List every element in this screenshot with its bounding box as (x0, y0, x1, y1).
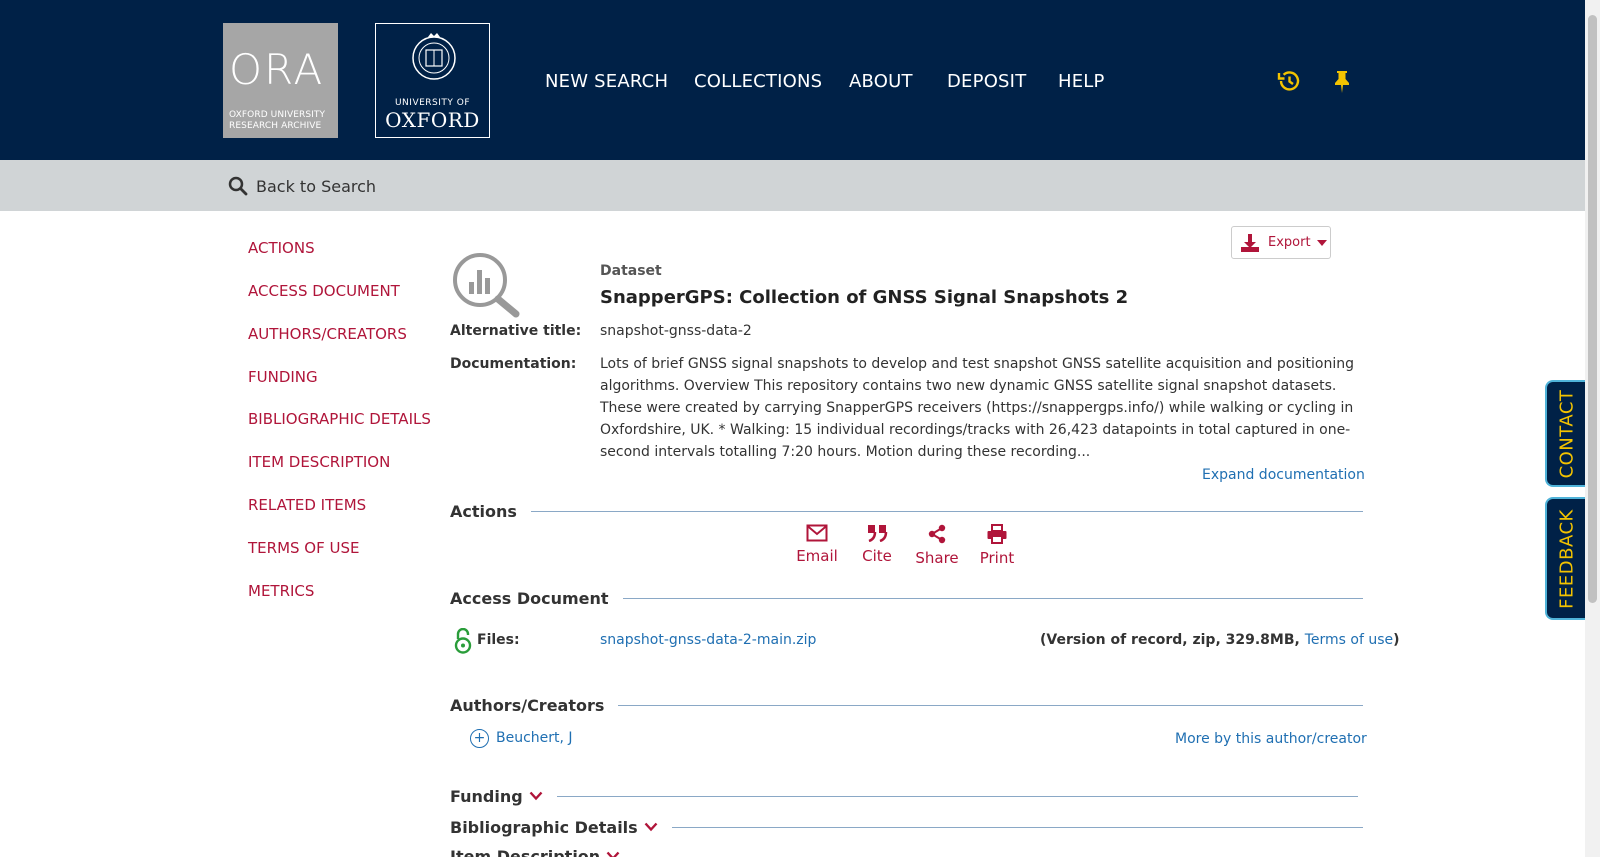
authors-heading: Authors/Creators (450, 695, 605, 715)
record-type: Dataset (600, 263, 662, 279)
funding-section-header[interactable]: Funding (450, 785, 1358, 807)
share-action[interactable]: Share (911, 524, 963, 567)
nav-deposit[interactable]: DEPOSIT (947, 71, 1026, 92)
share-icon (928, 524, 946, 544)
chevron-down-icon (529, 791, 543, 801)
actions-heading: Actions (450, 501, 517, 521)
sidenav-funding[interactable]: FUNDING (248, 368, 318, 386)
nav-collections[interactable]: COLLECTIONS (694, 71, 822, 92)
email-action[interactable]: Email (791, 524, 843, 565)
oxford-crest-icon (412, 33, 456, 80)
section-divider (556, 795, 1358, 797)
access-document-section-header: Access Document (450, 587, 1363, 609)
authors-section-header: Authors/Creators (450, 694, 1363, 716)
file-meta-text: (Version of record, zip, 329.8MB, (1040, 632, 1305, 648)
file-meta-close: ) (1393, 632, 1400, 648)
export-label: Export (1268, 235, 1311, 250)
contact-tab[interactable]: CONTACT (1545, 380, 1587, 487)
item-description-heading: Item Description (450, 846, 601, 857)
chevron-down-icon (606, 851, 620, 857)
documentation-label: Documentation: (450, 356, 577, 372)
chevron-down-icon (644, 822, 658, 832)
oxford-logo-line1: UNIVERSITY OF (394, 98, 471, 108)
ora-logo[interactable]: ORA OXFORD UNIVERSITY RESEARCH ARCHIVE (223, 23, 338, 138)
file-meta: (Version of record, zip, 329.8MB, Terms … (1040, 632, 1400, 648)
sidenav-access-document[interactable]: ACCESS DOCUMENT (248, 282, 400, 300)
item-description-section-header[interactable]: Item Description (450, 845, 1363, 857)
more-by-author-link[interactable]: More by this author/creator (1175, 731, 1367, 747)
oxford-logo-line2: OXFORD (385, 108, 480, 132)
back-to-search-label: Back to Search (256, 176, 377, 196)
terms-of-use-link[interactable]: Terms of use (1305, 632, 1393, 648)
search-icon (228, 176, 248, 196)
cite-action[interactable]: Cite (851, 524, 903, 565)
section-divider (622, 597, 1363, 599)
email-label: Email (796, 547, 838, 565)
expand-author-icon[interactable]: + (470, 728, 489, 748)
feedback-tab[interactable]: FEEDBACK (1545, 497, 1587, 620)
cite-label: Cite (862, 547, 892, 565)
sidenav-actions[interactable]: ACTIONS (248, 239, 315, 257)
author-name-link[interactable]: Beuchert, J (496, 730, 573, 746)
access-document-heading: Access Document (450, 588, 609, 608)
ora-logo-text: ORA (229, 45, 325, 94)
author-item[interactable]: + Beuchert, J (470, 728, 573, 748)
feedback-tab-label: FEEDBACK (1556, 508, 1578, 609)
export-button[interactable]: Export (1231, 226, 1331, 259)
email-icon (806, 524, 828, 542)
sidenav-bibliographic-details[interactable]: BIBLIOGRAPHIC DETAILS (248, 410, 431, 428)
back-to-search-link[interactable]: Back to Search (228, 172, 376, 200)
nav-about[interactable]: ABOUT (849, 71, 913, 92)
bibliographic-section-header[interactable]: Bibliographic Details (450, 816, 1363, 838)
quote-icon (868, 525, 888, 542)
contact-tab-label: CONTACT (1556, 389, 1578, 478)
printer-icon (987, 524, 1007, 544)
pin-icon[interactable] (1329, 68, 1355, 94)
sidenav-metrics[interactable]: METRICS (248, 582, 314, 600)
section-divider (618, 704, 1363, 706)
documentation-text: Lots of brief GNSS signal snapshots to d… (600, 356, 1354, 460)
section-divider (530, 510, 1363, 512)
alt-title-value: snapshot-gnss-data-2 (600, 323, 752, 339)
files-label: Files: (477, 632, 520, 648)
print-action[interactable]: Print (971, 524, 1023, 567)
file-download-link[interactable]: snapshot-gnss-data-2-main.zip (600, 632, 816, 648)
section-divider (671, 826, 1363, 828)
actions-section-header: Actions (450, 500, 1363, 522)
scrollbar-thumb[interactable] (1588, 15, 1597, 603)
page-scrollbar[interactable] (1585, 0, 1600, 857)
dataset-icon (453, 253, 520, 318)
caret-down-icon (1316, 239, 1327, 246)
sidenav-item-description[interactable]: ITEM DESCRIPTION (248, 453, 390, 471)
record-title: SnapperGPS: Collection of GNSS Signal Sn… (600, 287, 1129, 308)
history-icon[interactable] (1276, 68, 1302, 94)
print-label: Print (979, 549, 1015, 567)
nav-new-search[interactable]: NEW SEARCH (545, 71, 668, 92)
expand-documentation-link[interactable]: Expand documentation (1202, 467, 1365, 483)
alt-title-label: Alternative title: (450, 323, 582, 339)
download-icon (1241, 233, 1259, 252)
bibliographic-heading: Bibliographic Details (450, 817, 638, 837)
share-label: Share (915, 549, 959, 567)
nav-help[interactable]: HELP (1058, 71, 1105, 92)
sidenav-authors-creators[interactable]: AUTHORS/CREATORS (248, 325, 407, 343)
sidenav-terms-of-use[interactable]: TERMS OF USE (248, 539, 359, 557)
ora-logo-subtitle: OXFORD UNIVERSITY RESEARCH ARCHIVE (229, 110, 326, 131)
oxford-logo[interactable]: UNIVERSITY OF OXFORD (375, 23, 490, 138)
funding-heading: Funding (450, 786, 523, 806)
sidenav-related-items[interactable]: RELATED ITEMS (248, 496, 366, 514)
open-access-icon (454, 628, 472, 654)
